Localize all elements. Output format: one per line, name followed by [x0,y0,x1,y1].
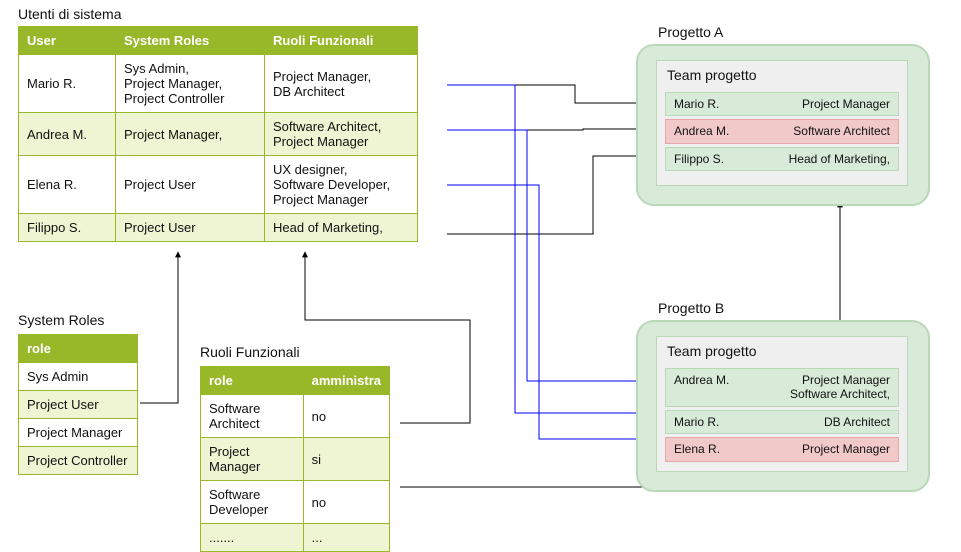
funcroles-col-amm: amministra [303,367,389,395]
sysroles-row: Project Controller [19,447,138,475]
funcroles-row: Project Managersi [201,438,390,481]
sysroles-title: System Roles [18,312,104,328]
utenti-title: Utenti di sistema [18,6,121,22]
utenti-row: Elena R.Project UserUX designer, Softwar… [19,156,418,214]
utenti-row: Mario R.Sys Admin, Project Manager, Proj… [19,55,418,113]
progetto-a-team-title: Team progetto [667,67,757,83]
progetto-a-container: Progetto A Team progetto Mario R.Project… [636,44,930,206]
progetto-b-container: Progetto B Team progetto Andrea M.Projec… [636,320,930,492]
team-member: Andrea M.Project Manager Software Archit… [665,368,899,407]
team-member: Andrea M.Software Architect [665,119,899,143]
team-member: Mario R.DB Architect [665,410,899,434]
funcroles-row: Software Architectno [201,395,390,438]
team-member: Elena R.Project Manager [665,437,899,461]
sysroles-col-role: role [19,335,138,363]
funcroles-row: .......... [201,524,390,552]
progetto-a-label: Progetto A [658,24,723,40]
funcroles-row: Software Developerno [201,481,390,524]
sysroles-row: Project User [19,391,138,419]
team-member: Mario R.Project Manager [665,92,899,116]
funcroles-table: role amministra Software Architectno Pro… [200,366,390,552]
funcroles-title: Ruoli Funzionali [200,344,300,360]
progetto-a-team: Team progetto Mario R.Project Manager An… [656,60,908,186]
utenti-col-user: User [19,27,116,55]
utenti-header-row: User System Roles Ruoli Funzionali [19,27,418,55]
utenti-col-funcroles: Ruoli Funzionali [265,27,418,55]
utenti-row: Filippo S.Project UserHead of Marketing, [19,214,418,242]
diagram-canvas: { "utenti": { "title": "Utenti di sistem… [0,0,961,541]
team-member: Filippo S.Head of Marketing, [665,147,899,171]
utenti-table: User System Roles Ruoli Funzionali Mario… [18,26,418,242]
sysroles-row: Project Manager [19,419,138,447]
progetto-b-label: Progetto B [658,300,724,316]
utenti-row: Andrea M.Project Manager,Software Archit… [19,113,418,156]
progetto-b-team-title: Team progetto [667,343,757,359]
progetto-b-team: Team progetto Andrea M.Project Manager S… [656,336,908,472]
funcroles-col-role: role [201,367,304,395]
sysroles-table: role Sys Admin Project User Project Mana… [18,334,138,475]
utenti-col-sysroles: System Roles [116,27,265,55]
sysroles-row: Sys Admin [19,363,138,391]
